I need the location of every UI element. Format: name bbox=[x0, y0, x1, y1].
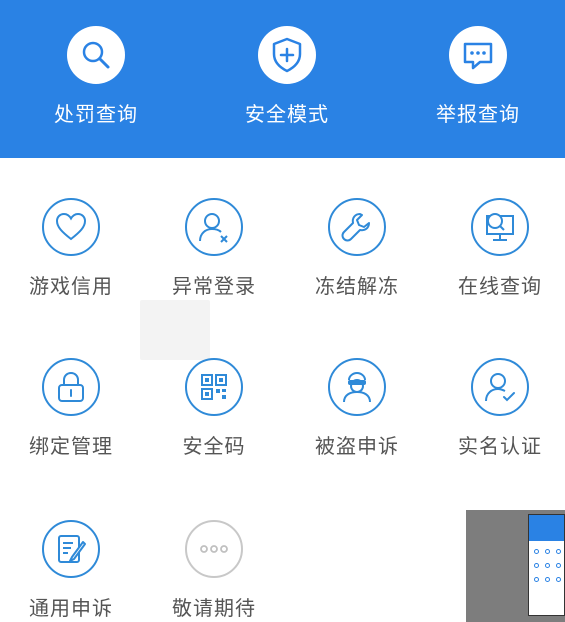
screenshot-thumbnail[interactable] bbox=[466, 510, 565, 622]
thumbnail-dot bbox=[534, 563, 539, 568]
security-code-label: 安全码 bbox=[182, 434, 246, 458]
abnormal-login-button[interactable]: 异常登录 bbox=[149, 198, 279, 308]
monitor-search-icon bbox=[471, 198, 529, 256]
background-blur bbox=[140, 300, 210, 360]
safe-mode-button[interactable]: 安全模式 bbox=[217, 26, 357, 136]
report-query-button[interactable]: 举报查询 bbox=[408, 26, 548, 136]
coming-soon-button[interactable]: 敬请期待 bbox=[149, 520, 279, 622]
top-banner: 处罚查询 安全模式 举报查询 bbox=[0, 0, 565, 158]
chat-bubble-icon bbox=[449, 26, 507, 84]
penalty-query-label: 处罚查询 bbox=[54, 102, 138, 126]
stolen-appeal-button[interactable]: 被盗申诉 bbox=[292, 358, 422, 468]
lock-icon bbox=[42, 358, 100, 416]
report-query-label: 举报查询 bbox=[436, 102, 520, 126]
thumbnail-dot bbox=[556, 577, 561, 582]
abnormal-login-label: 异常登录 bbox=[172, 274, 256, 298]
real-name-auth-button[interactable]: 实名认证 bbox=[435, 358, 565, 468]
stolen-appeal-label: 被盗申诉 bbox=[315, 434, 399, 458]
thumbnail-dot bbox=[545, 549, 550, 554]
online-query-label: 在线查询 bbox=[458, 274, 542, 298]
thief-icon bbox=[328, 358, 386, 416]
qr-code-icon bbox=[185, 358, 243, 416]
freeze-unfreeze-button[interactable]: 冻结解冻 bbox=[292, 198, 422, 308]
thumbnail-dot bbox=[545, 577, 550, 582]
penalty-query-button[interactable]: 处罚查询 bbox=[26, 26, 166, 136]
wrench-icon bbox=[328, 198, 386, 256]
binding-management-button[interactable]: 绑定管理 bbox=[6, 358, 136, 468]
thumbnail-dot bbox=[556, 563, 561, 568]
thumbnail-dot bbox=[534, 577, 539, 582]
thumbnail-dot bbox=[534, 549, 539, 554]
binding-management-label: 绑定管理 bbox=[29, 434, 113, 458]
thumbnail-dot bbox=[556, 549, 561, 554]
thumbnail-banner bbox=[529, 515, 564, 541]
game-credit-button[interactable]: 游戏信用 bbox=[6, 198, 136, 308]
general-appeal-button[interactable]: 通用申诉 bbox=[6, 520, 136, 622]
thumbnail-dot bbox=[545, 563, 550, 568]
search-icon bbox=[67, 26, 125, 84]
more-dots-icon bbox=[185, 520, 243, 578]
coming-soon-label: 敬请期待 bbox=[172, 596, 256, 620]
security-code-button[interactable]: 安全码 bbox=[149, 358, 279, 468]
safe-mode-label: 安全模式 bbox=[245, 102, 329, 126]
thumbnail-screen bbox=[528, 514, 565, 616]
user-check-icon bbox=[471, 358, 529, 416]
heart-icon bbox=[42, 198, 100, 256]
online-query-button[interactable]: 在线查询 bbox=[435, 198, 565, 308]
freeze-unfreeze-label: 冻结解冻 bbox=[315, 274, 399, 298]
general-appeal-label: 通用申诉 bbox=[29, 596, 113, 620]
edit-document-icon bbox=[42, 520, 100, 578]
real-name-auth-label: 实名认证 bbox=[458, 434, 542, 458]
shield-plus-icon bbox=[258, 26, 316, 84]
game-credit-label: 游戏信用 bbox=[29, 274, 113, 298]
user-x-icon bbox=[185, 198, 243, 256]
